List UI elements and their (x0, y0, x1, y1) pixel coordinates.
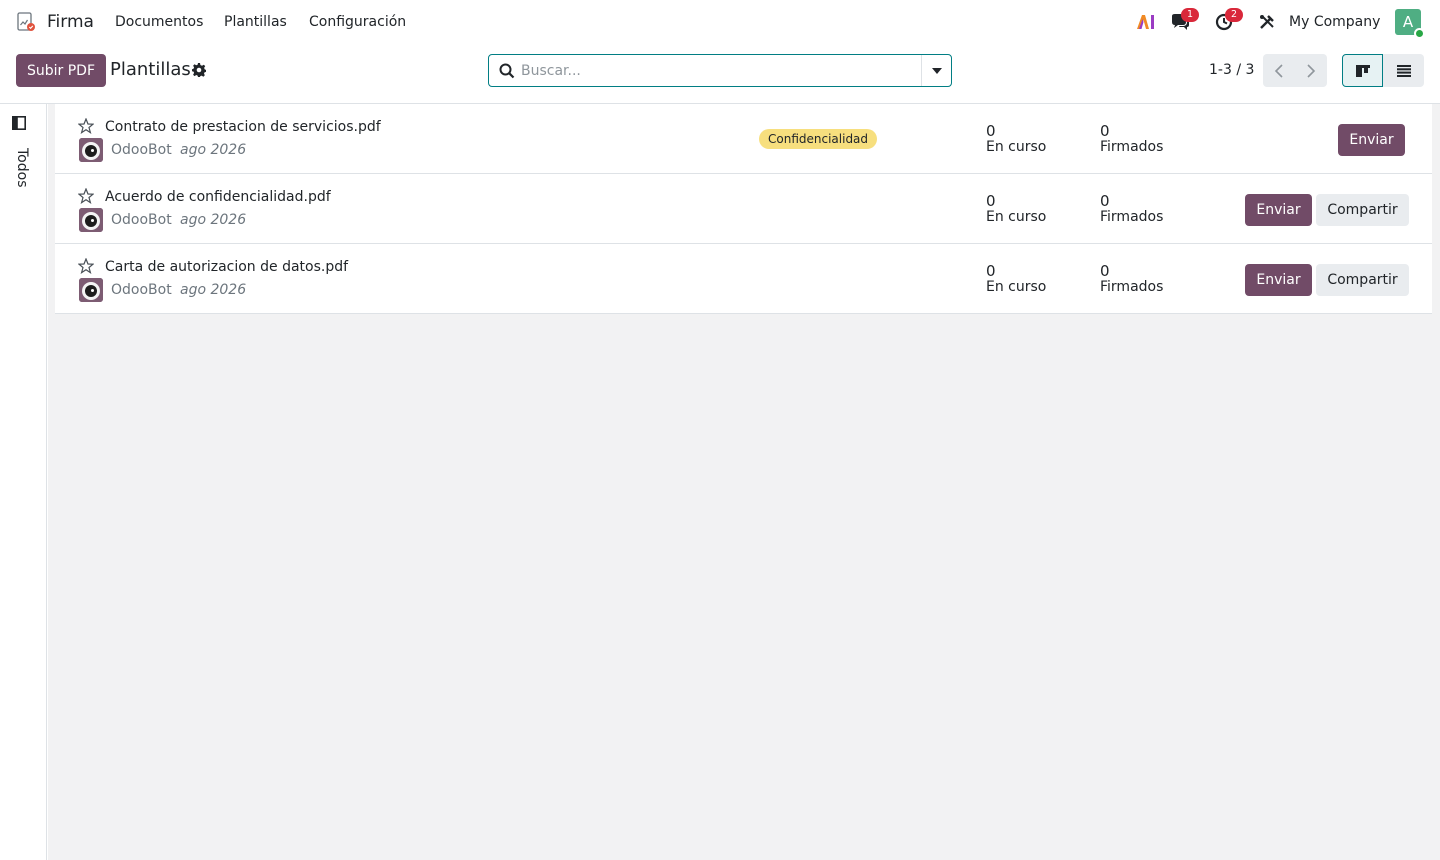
menu-configuracion[interactable]: Configuración (309, 14, 406, 30)
template-record[interactable]: Carta de autorizacion de datos.pdf OdooB… (55, 244, 1432, 314)
record-date: ago 2026 (180, 212, 247, 228)
top-navbar: Firma Documentos Plantillas Configuració… (0, 0, 1440, 46)
in-progress-count[interactable]: 0 (986, 192, 996, 210)
gear-icon[interactable] (192, 63, 206, 77)
in-progress-label[interactable]: En curso (986, 139, 1046, 155)
send-button[interactable]: Enviar (1245, 264, 1312, 296)
search-bar (488, 54, 952, 87)
search-options-toggle[interactable] (921, 55, 951, 86)
page-title: Plantillas (110, 59, 191, 80)
template-record[interactable]: Contrato de prestacion de servicios.pdf … (55, 104, 1432, 174)
signed-label[interactable]: Firmados (1100, 139, 1163, 155)
kanban-view-button[interactable] (1342, 54, 1383, 87)
record-owner: OdooBot (111, 282, 172, 298)
sidebar-toggle-icon[interactable] (12, 116, 26, 130)
in-progress-label[interactable]: En curso (986, 209, 1046, 225)
pager-previous-button[interactable] (1263, 54, 1295, 87)
sidebar-item-todos[interactable]: Todos (14, 148, 30, 187)
record-owner: OdooBot (111, 212, 172, 228)
chevron-left-icon (1274, 63, 1283, 78)
send-button[interactable]: Enviar (1245, 194, 1312, 226)
search-icon (499, 63, 515, 79)
template-record[interactable]: Acuerdo de confidencialidad.pdf OdooBot … (55, 174, 1432, 244)
list-view-button[interactable] (1383, 54, 1424, 87)
activities-clock-icon[interactable]: 2 (1213, 8, 1243, 33)
share-button[interactable]: Compartir (1316, 194, 1409, 226)
record-owner: OdooBot (111, 142, 172, 158)
debug-tools-icon[interactable] (1256, 11, 1278, 33)
online-status-dot (1414, 28, 1425, 39)
record-name[interactable]: Carta de autorizacion de datos.pdf (105, 259, 348, 275)
in-progress-label[interactable]: En curso (986, 279, 1046, 295)
search-panel: Todos (0, 104, 47, 860)
tag-badge: Confidencialidad (759, 129, 878, 149)
signed-count[interactable]: 0 (1100, 262, 1110, 280)
signed-count[interactable]: 0 (1100, 122, 1110, 140)
list-icon (1396, 64, 1411, 77)
odoobot-avatar (79, 278, 103, 302)
caret-down-icon (931, 67, 942, 74)
activities-badge: 2 (1225, 8, 1243, 22)
share-button[interactable]: Compartir (1316, 264, 1409, 296)
user-avatar[interactable]: A (1395, 9, 1425, 39)
ai-icon[interactable] (1135, 11, 1157, 33)
star-icon[interactable] (77, 187, 95, 204)
odoobot-avatar (79, 138, 103, 162)
menu-documentos[interactable]: Documentos (115, 14, 203, 30)
pager-next-button[interactable] (1295, 54, 1327, 87)
record-date: ago 2026 (180, 142, 247, 158)
send-button[interactable]: Enviar (1338, 124, 1405, 156)
pager-value[interactable]: 1-3 / 3 (1209, 62, 1254, 78)
company-switcher[interactable]: My Company (1289, 14, 1380, 30)
in-progress-count[interactable]: 0 (986, 262, 996, 280)
messages-badge: 1 (1181, 8, 1199, 22)
sign-app-icon[interactable] (16, 12, 36, 32)
record-name[interactable]: Acuerdo de confidencialidad.pdf (105, 189, 331, 205)
app-name[interactable]: Firma (47, 12, 94, 32)
odoobot-avatar (79, 208, 103, 232)
upload-pdf-button[interactable]: Subir PDF (16, 54, 106, 87)
user-avatar-initial: A (1402, 13, 1414, 31)
star-icon[interactable] (77, 257, 95, 274)
signed-count[interactable]: 0 (1100, 192, 1110, 210)
kanban-view: Contrato de prestacion de servicios.pdf … (48, 104, 1440, 860)
kanban-icon (1355, 64, 1370, 77)
record-date: ago 2026 (180, 282, 247, 298)
control-panel: Subir PDF Plantillas 1-3 / 3 (0, 46, 1440, 104)
record-name[interactable]: Contrato de prestacion de servicios.pdf (105, 119, 381, 135)
messages-icon[interactable]: 1 (1169, 8, 1199, 33)
star-icon[interactable] (77, 117, 95, 134)
signed-label[interactable]: Firmados (1100, 279, 1163, 295)
menu-plantillas[interactable]: Plantillas (224, 14, 287, 30)
signed-label[interactable]: Firmados (1100, 209, 1163, 225)
in-progress-count[interactable]: 0 (986, 122, 996, 140)
search-input[interactable] (521, 56, 921, 85)
chevron-right-icon (1307, 63, 1316, 78)
